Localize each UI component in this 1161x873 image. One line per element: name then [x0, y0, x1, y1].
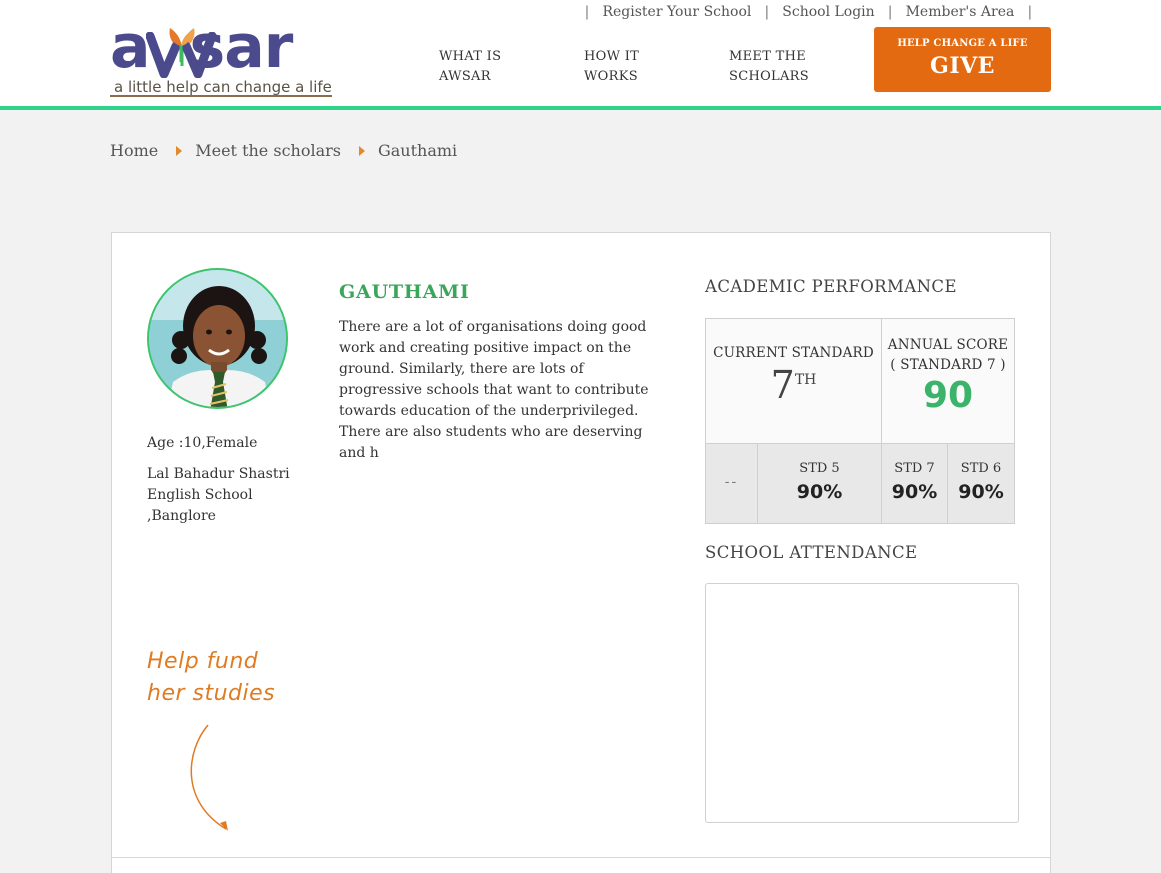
student-portrait-icon	[149, 270, 286, 407]
help-fund-line: Help fund	[147, 649, 259, 674]
nav-label-line1: MEET THE	[729, 49, 806, 64]
nav-meet-the-scholars[interactable]: MEET THE SCHOLARS	[729, 47, 809, 87]
awsar-logo[interactable]: a sar a little help can change a life	[110, 16, 350, 100]
nav-how-it-works[interactable]: HOW IT WORKS	[584, 47, 639, 87]
nav-separator: |	[1027, 4, 1033, 20]
card-divider	[112, 857, 1050, 858]
breadcrumb-arrow-icon	[176, 146, 183, 156]
nav-label-line2: WORKS	[584, 69, 638, 84]
nav-separator: |	[584, 4, 590, 20]
scholar-profile-card: Age :10,Female Lal Bahadur Shastri Engli…	[111, 232, 1051, 873]
academic-performance-heading: ACADEMIC PERFORMANCE	[705, 277, 957, 296]
nav-separator: |	[764, 4, 770, 20]
header-divider	[0, 106, 1161, 110]
current-standard-value: 7TH	[706, 363, 881, 407]
history-empty-cell: --	[706, 444, 758, 523]
current-standard-number: 7	[770, 363, 795, 407]
help-fund-note: Help fund her studies	[147, 646, 275, 710]
std5-label: STD 5	[799, 461, 840, 476]
logo-w-shape	[146, 32, 216, 78]
logo-underline	[110, 95, 332, 97]
annual-score-label: ANNUAL SCORE ( STANDARD 7 )	[882, 335, 1014, 375]
history-empty-value: --	[724, 474, 739, 490]
help-fund-line: her studies	[147, 681, 276, 706]
school-line: English School	[147, 487, 253, 503]
school-attendance-heading: SCHOOL ATTENDANCE	[705, 543, 918, 562]
school-line: ,Banglore	[147, 508, 216, 524]
nav-label-line1: WHAT IS	[439, 49, 502, 64]
scholar-age-gender: Age :10,Female	[147, 435, 258, 451]
nav-label-line2: AWSAR	[439, 69, 491, 84]
std6-value: 90%	[958, 481, 1004, 503]
register-school-link[interactable]: Register Your School	[602, 4, 751, 20]
nav-label-line1: HOW IT	[584, 49, 640, 64]
current-standard-label: CURRENT STANDARD	[713, 345, 874, 361]
logo-tagline: a little help can change a life	[114, 78, 332, 96]
school-line: Lal Bahadur Shastri	[147, 466, 290, 482]
std7-value: 90%	[891, 481, 938, 503]
std7-label: STD 7	[894, 461, 935, 476]
members-area-link[interactable]: Member's Area	[906, 4, 1015, 20]
scholar-school: Lal Bahadur Shastri English School ,Bang…	[147, 464, 290, 527]
site-header: a sar a little help can change a life | R…	[0, 0, 1161, 106]
curved-arrow-icon	[190, 724, 228, 831]
nav-what-is-awsar[interactable]: WHAT IS AWSAR	[439, 47, 501, 87]
give-button-caption: HELP CHANGE A LIFE	[897, 38, 1028, 49]
current-standard-cell: CURRENT STANDARD 7TH	[706, 319, 882, 443]
breadcrumb-arrow-icon	[358, 146, 365, 156]
annual-score-subtitle: ( STANDARD 7 )	[890, 357, 1006, 373]
attendance-chart-area	[705, 583, 1019, 823]
nav-label-line2: SCHOLARS	[729, 69, 809, 84]
annual-score-value: 90	[922, 375, 974, 416]
annual-score-title: ANNUAL SCORE	[887, 337, 1009, 353]
academic-performance-grid: CURRENT STANDARD 7TH ANNUAL SCORE ( STAN…	[705, 318, 1015, 524]
give-button-label: GIVE	[930, 53, 995, 79]
breadcrumb-current: Gauthami	[377, 141, 458, 160]
annual-score-cell: ANNUAL SCORE ( STANDARD 7 ) 90	[882, 319, 1014, 443]
utility-nav: | Register Your School | School Login | …	[580, 4, 1037, 22]
std6-score-cell: STD 6 90%	[948, 444, 1014, 523]
breadcrumb: Home Meet the scholars Gauthami	[110, 141, 457, 163]
std7-score-cell: STD 7 90%	[882, 444, 948, 523]
std5-score-cell: STD 5 90%	[758, 444, 882, 523]
scholar-name: GAUTHAMI	[339, 281, 470, 303]
current-standard-suffix: TH	[794, 372, 817, 388]
breadcrumb-home[interactable]: Home	[110, 141, 158, 160]
std5-value: 90%	[796, 481, 843, 503]
scholar-photo	[147, 268, 288, 409]
school-login-link[interactable]: School Login	[782, 4, 874, 20]
scholar-bio: There are a lot of organisations doing g…	[339, 319, 649, 461]
std6-label: STD 6	[960, 461, 1002, 476]
nav-separator: |	[887, 4, 893, 20]
give-button[interactable]: HELP CHANGE A LIFE GIVE	[874, 27, 1051, 92]
breadcrumb-meet-the-scholars[interactable]: Meet the scholars	[195, 141, 341, 160]
